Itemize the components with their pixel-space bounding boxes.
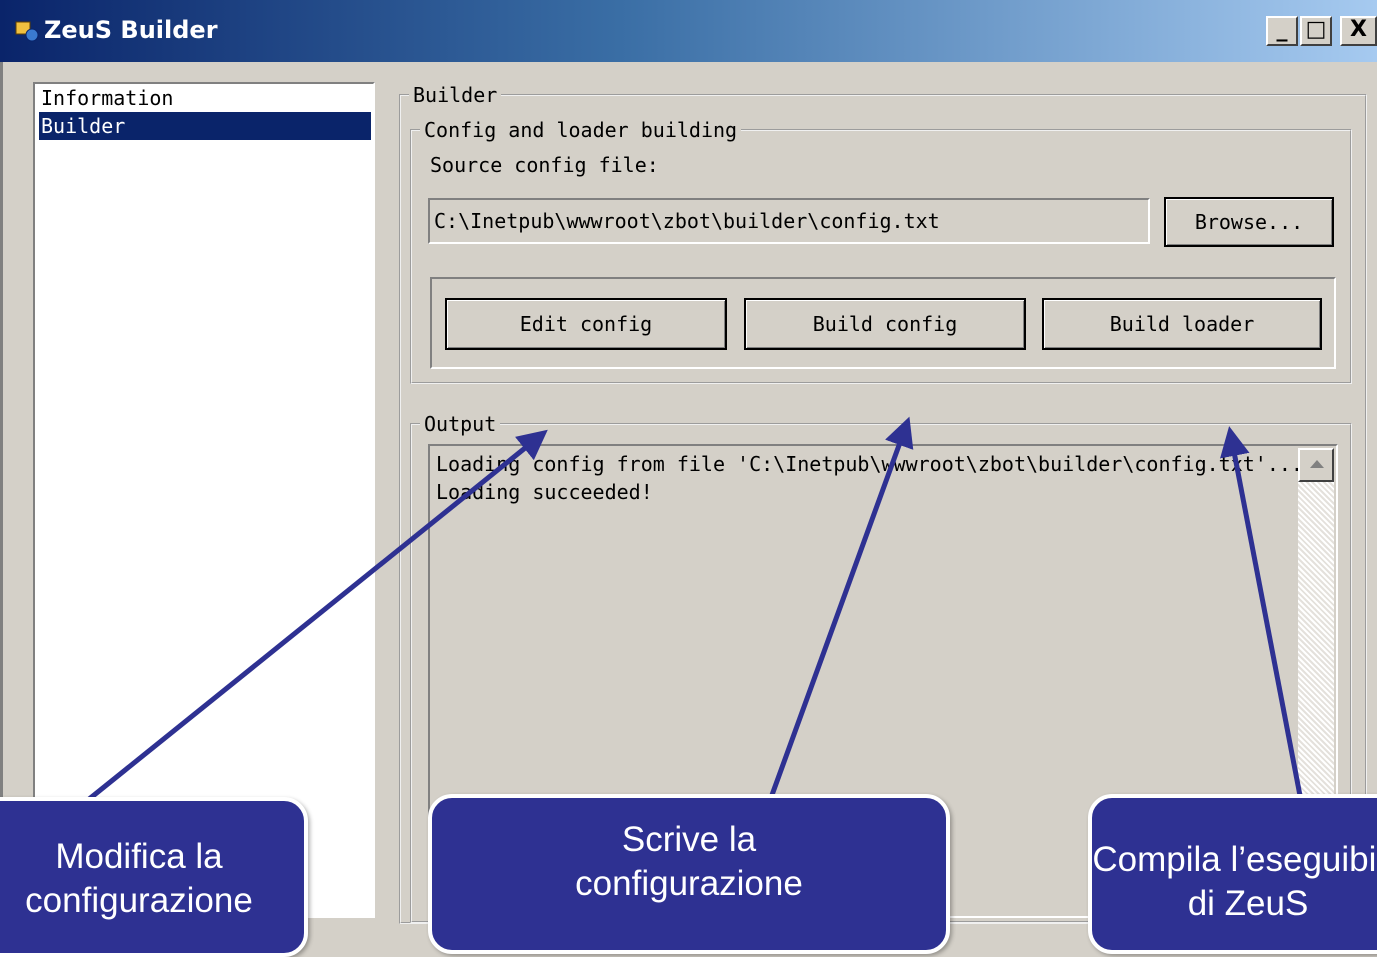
close-button[interactable]: X xyxy=(1340,16,1377,46)
title-bar: ZeuS Builder _ □ X xyxy=(0,0,1377,62)
callout-text: configurazione xyxy=(575,864,803,903)
window-title: ZeuS Builder xyxy=(44,16,218,44)
callout-text: configurazione xyxy=(25,881,253,920)
output-line: Loading succeeded! xyxy=(436,480,653,504)
navigation-tree[interactable]: Information Builder xyxy=(33,82,375,918)
callout-text: Scrive la xyxy=(621,820,757,859)
output-group-label: Output xyxy=(420,410,501,438)
builder-group-label: Builder xyxy=(409,81,502,109)
callout-text: Compila l’eseguibile xyxy=(1092,840,1377,879)
scroll-up-arrow-icon xyxy=(1310,460,1324,468)
tree-item-builder[interactable]: Builder xyxy=(39,112,371,140)
callout-build-loader: Compila l’eseguibile di ZeuS xyxy=(1088,794,1377,954)
output-line: Loading config from file 'C:\Inetpub\www… xyxy=(436,452,1303,476)
callout-build-config: Scrive la configurazione xyxy=(428,794,950,954)
callout-text: Modifica la xyxy=(55,837,223,876)
edit-config-button[interactable]: Edit config xyxy=(445,298,727,350)
build-config-button[interactable]: Build config xyxy=(744,298,1026,350)
build-loader-button[interactable]: Build loader xyxy=(1042,298,1322,350)
callout-text: di ZeuS xyxy=(1187,884,1309,923)
app-icon xyxy=(15,21,39,42)
callout-edit-config: Modifica la configurazione xyxy=(0,797,308,957)
config-group-label: Config and loader building xyxy=(420,116,742,144)
maximize-button[interactable]: □ xyxy=(1300,16,1332,46)
tree-item-information[interactable]: Information xyxy=(39,84,191,112)
browse-button[interactable]: Browse... xyxy=(1164,197,1334,247)
source-config-input[interactable] xyxy=(428,198,1150,244)
source-config-label: Source config file: xyxy=(430,153,659,177)
scroll-up-button[interactable] xyxy=(1298,448,1334,482)
minimize-button[interactable]: _ xyxy=(1266,16,1298,46)
